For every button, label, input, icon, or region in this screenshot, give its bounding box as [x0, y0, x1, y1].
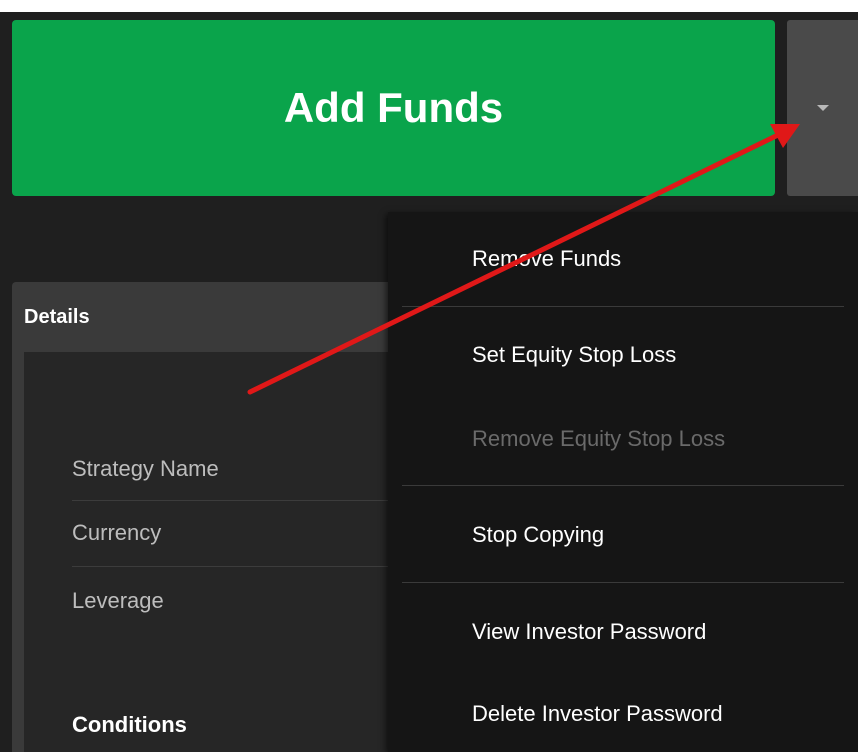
- actions-dropdown-menu: [388, 212, 858, 752]
- screenshot-stage: Add Funds Details Strategy Name Currency…: [0, 0, 858, 752]
- details-body: [24, 352, 404, 752]
- menu-item-set-equity-stop-loss[interactable]: Set Equity Stop Loss: [472, 342, 676, 368]
- menu-divider: [402, 306, 844, 307]
- details-header: Details: [24, 306, 90, 328]
- menu-item-view-investor-password[interactable]: View Investor Password: [472, 619, 706, 645]
- conditions-header: Conditions: [72, 712, 187, 737]
- detail-label-currency: Currency: [72, 520, 162, 545]
- add-funds-button[interactable]: Add Funds: [12, 20, 775, 196]
- detail-divider: [72, 500, 392, 501]
- caret-down-icon: [816, 105, 829, 111]
- detail-divider: [72, 566, 392, 567]
- more-actions-dropdown-toggle[interactable]: [787, 20, 858, 196]
- add-funds-label: Add Funds: [283, 84, 504, 131]
- menu-item-remove-equity-stop-loss: Remove Equity Stop Loss: [472, 426, 726, 451]
- menu-item-delete-investor-password[interactable]: Delete Investor Password: [472, 701, 723, 727]
- menu-item-stop-copying[interactable]: Stop Copying: [472, 522, 604, 548]
- menu-item-remove-funds[interactable]: Remove Funds: [472, 246, 621, 272]
- detail-label-leverage: Leverage: [72, 588, 164, 613]
- detail-label-strategy-name: Strategy Name: [72, 456, 219, 481]
- menu-divider: [402, 485, 844, 486]
- menu-divider: [402, 582, 844, 583]
